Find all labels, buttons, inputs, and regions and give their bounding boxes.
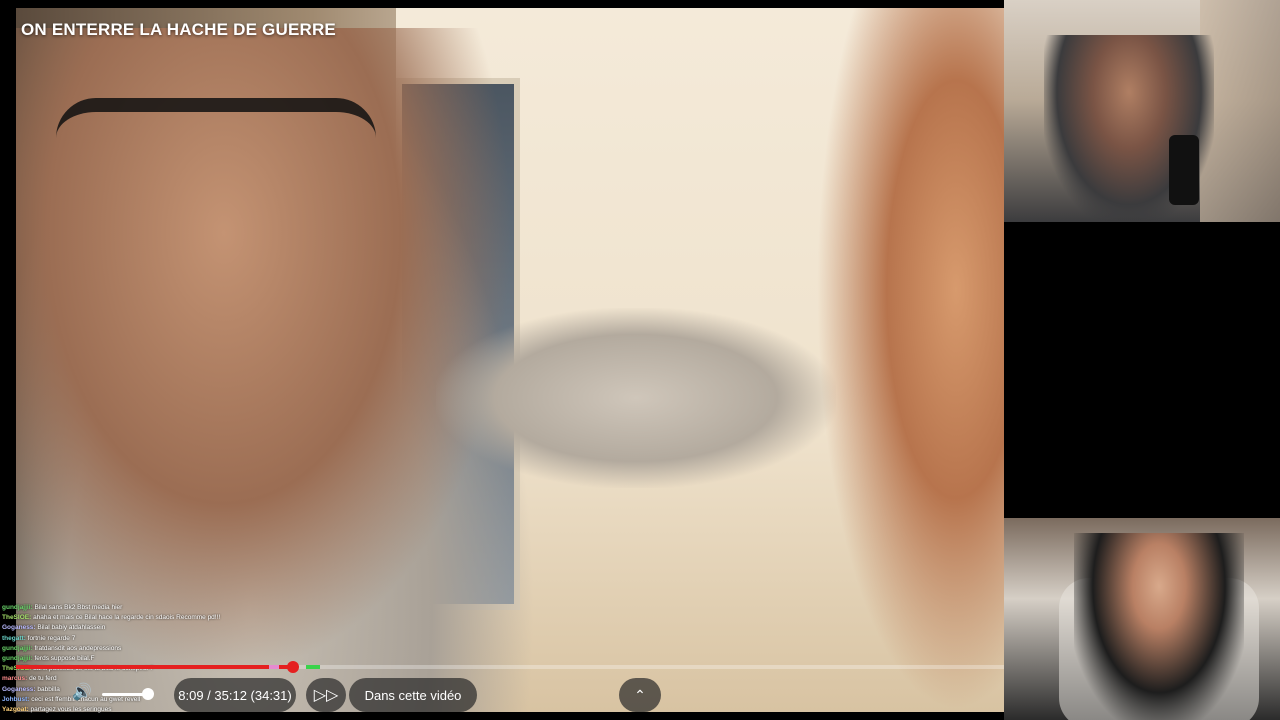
chat-username: gundjajjii:	[2, 604, 35, 611]
webcam-streamer-bottom	[1004, 518, 1280, 720]
sponsor-segment	[269, 665, 279, 669]
sponsorblock-button[interactable]: ▷▷	[306, 678, 346, 712]
video-person-right	[816, 8, 1004, 712]
chevron-up-icon: ⌃	[634, 686, 646, 703]
chat-message: Goganess: Bilal babiy atdahlassein	[2, 623, 302, 633]
video-person-arm	[436, 308, 836, 488]
chat-message: TheSIOE: ahaha et mais ce Bilal hace la …	[2, 613, 302, 623]
chat-text: ferds suppose bilal.F	[34, 655, 95, 663]
video-title: ON ENTERRE LA HACHE DE GUERRE	[21, 20, 336, 39]
chat-username: gundjajjii:	[2, 644, 35, 652]
chat-message: gundjajjii: fratdansdit aos andepression…	[2, 644, 302, 654]
chat-message: thegatt: fortnie regarde 7	[2, 634, 302, 644]
chat-text: fratdansdit aos andepressions	[34, 644, 122, 652]
sponsor-segment	[306, 665, 320, 669]
chat-message: gundjajjii: Bilal sans Bk2 Bbst media hi…	[2, 603, 302, 613]
chat-username: TheSIOE:	[2, 614, 34, 622]
progress-scrubber[interactable]	[287, 661, 299, 673]
volume-slider-knob[interactable]	[142, 688, 154, 700]
chapters-button[interactable]: Dans cette vidéo	[349, 678, 477, 712]
glasses-shape	[56, 98, 376, 282]
chevron-up-button[interactable]: ⌃	[619, 678, 661, 712]
chat-message: gundjajjii: ferds suppose bilal.F	[2, 654, 302, 664]
chat-text: Bilal babiy atdahlassein	[37, 624, 106, 632]
video-progress-bar[interactable]	[16, 661, 1004, 673]
microphone-icon	[1169, 135, 1199, 205]
chat-username: gundjajjii:	[2, 655, 35, 663]
chat-username: Goganess:	[2, 624, 38, 632]
volume-icon[interactable]: 🔊	[72, 684, 92, 702]
chat-username: thegatt:	[2, 634, 28, 642]
progress-played	[16, 665, 293, 669]
webcam-streamer-top	[1004, 0, 1280, 222]
chat-text: ahaha et mais ce Bilal hace la regarde c…	[33, 614, 221, 622]
volume-slider-track[interactable]	[102, 693, 147, 696]
chat-text: fortnie regarde 7	[27, 634, 76, 642]
chat-text: Bilal sans Bk2 Bbst media hier	[34, 604, 123, 611]
player-controls: 🔊 8:09 / 35:12 (34:31) ▷▷ Dans cette vid…	[16, 676, 1004, 712]
sponsorblock-icon: ▷▷	[313, 687, 339, 704]
streamer-figure-bottom	[1074, 533, 1244, 720]
time-display: 8:09 / 35:12 (34:31)	[174, 678, 296, 712]
